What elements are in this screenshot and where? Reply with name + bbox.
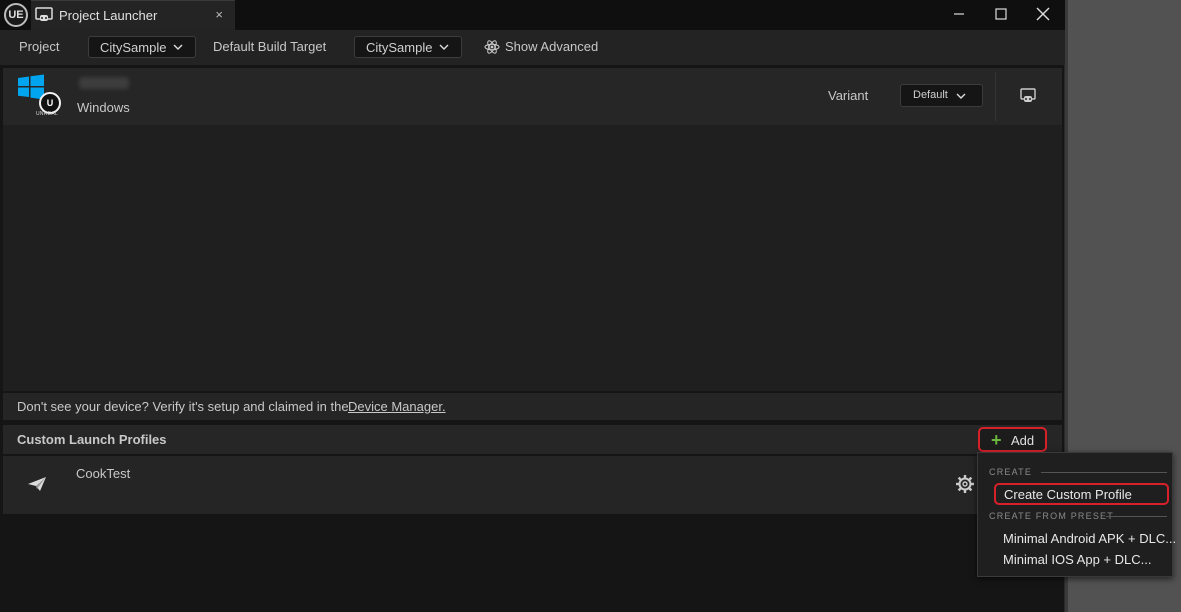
variant-value: Default [913,89,948,101]
profile-name: CookTest [76,466,131,481]
gear-icon[interactable] [955,474,975,494]
project-launcher-window: UE Project Launcher × Project CitySample [0,0,1065,612]
title-bar: UE Project Launcher × [0,0,1065,30]
chevron-down-icon [439,44,449,50]
project-combo-value: CitySample [100,40,167,55]
build-target-label: Default Build Target [213,39,327,54]
create-custom-profile-item[interactable]: Create Custom Profile [994,483,1169,505]
tab-close-icon[interactable]: × [215,7,223,22]
device-manager-link[interactable]: Device Manager. [348,399,446,414]
profiles-title: Custom Launch Profiles [17,432,167,447]
device-platform: Windows [77,100,130,115]
launcher-toolbar: Project CitySample Default Build Target … [0,30,1065,65]
variant-label: Variant [828,88,869,103]
list-item[interactable]: CookTest [3,456,1062,514]
build-target-combo[interactable]: CitySample [354,36,462,58]
menu-section-preset: CREATE FROM PRESET [989,511,1114,521]
build-target-combo-value: CitySample [366,40,433,55]
add-profile-button[interactable]: + Add [978,427,1047,452]
add-profile-menu: CREATE Create Custom Profile CREATE FROM… [977,452,1176,577]
hint-text: Don't see your device? Verify it's setup… [17,399,349,414]
preset-android-item[interactable]: Minimal Android APK + DLC... [1003,531,1176,546]
divider [995,72,996,121]
menu-divider [1041,472,1167,473]
chevron-down-icon [173,44,183,50]
preset-ios-item[interactable]: Minimal IOS App + DLC... [1003,552,1151,567]
menu-section-create: CREATE [989,467,1033,477]
show-advanced-label: Show Advanced [505,39,599,54]
device-hint-bar: Don't see your device? Verify it's setup… [3,393,1062,420]
add-label: Add [1011,433,1035,448]
maximize-icon[interactable] [990,3,1012,25]
unreal-logo-icon[interactable]: UE [4,3,28,27]
tab-project-launcher[interactable]: Project Launcher × [31,0,235,30]
variant-combo[interactable]: Default [900,84,983,107]
atom-icon [484,40,500,54]
device-row[interactable]: U UNREAL Windows Variant Default [3,68,1062,125]
paper-plane-icon [28,477,46,491]
minimize-icon[interactable] [948,3,970,25]
launcher-icon [35,7,53,21]
menu-divider [1106,516,1167,517]
tab-title: Project Launcher [59,8,158,23]
close-window-icon[interactable] [1032,3,1054,25]
device-list-panel: U UNREAL Windows Variant Default [3,68,1062,391]
project-combo[interactable]: CitySample [88,36,196,58]
device-settings-icon[interactable] [1019,87,1037,105]
project-label: Project [19,39,60,54]
profiles-header: Custom Launch Profiles [3,425,1062,454]
device-name-redacted [79,77,129,89]
unreal-badge-text: UNREAL [36,111,59,117]
chevron-down-icon [956,93,966,99]
plus-icon: + [991,430,1002,450]
